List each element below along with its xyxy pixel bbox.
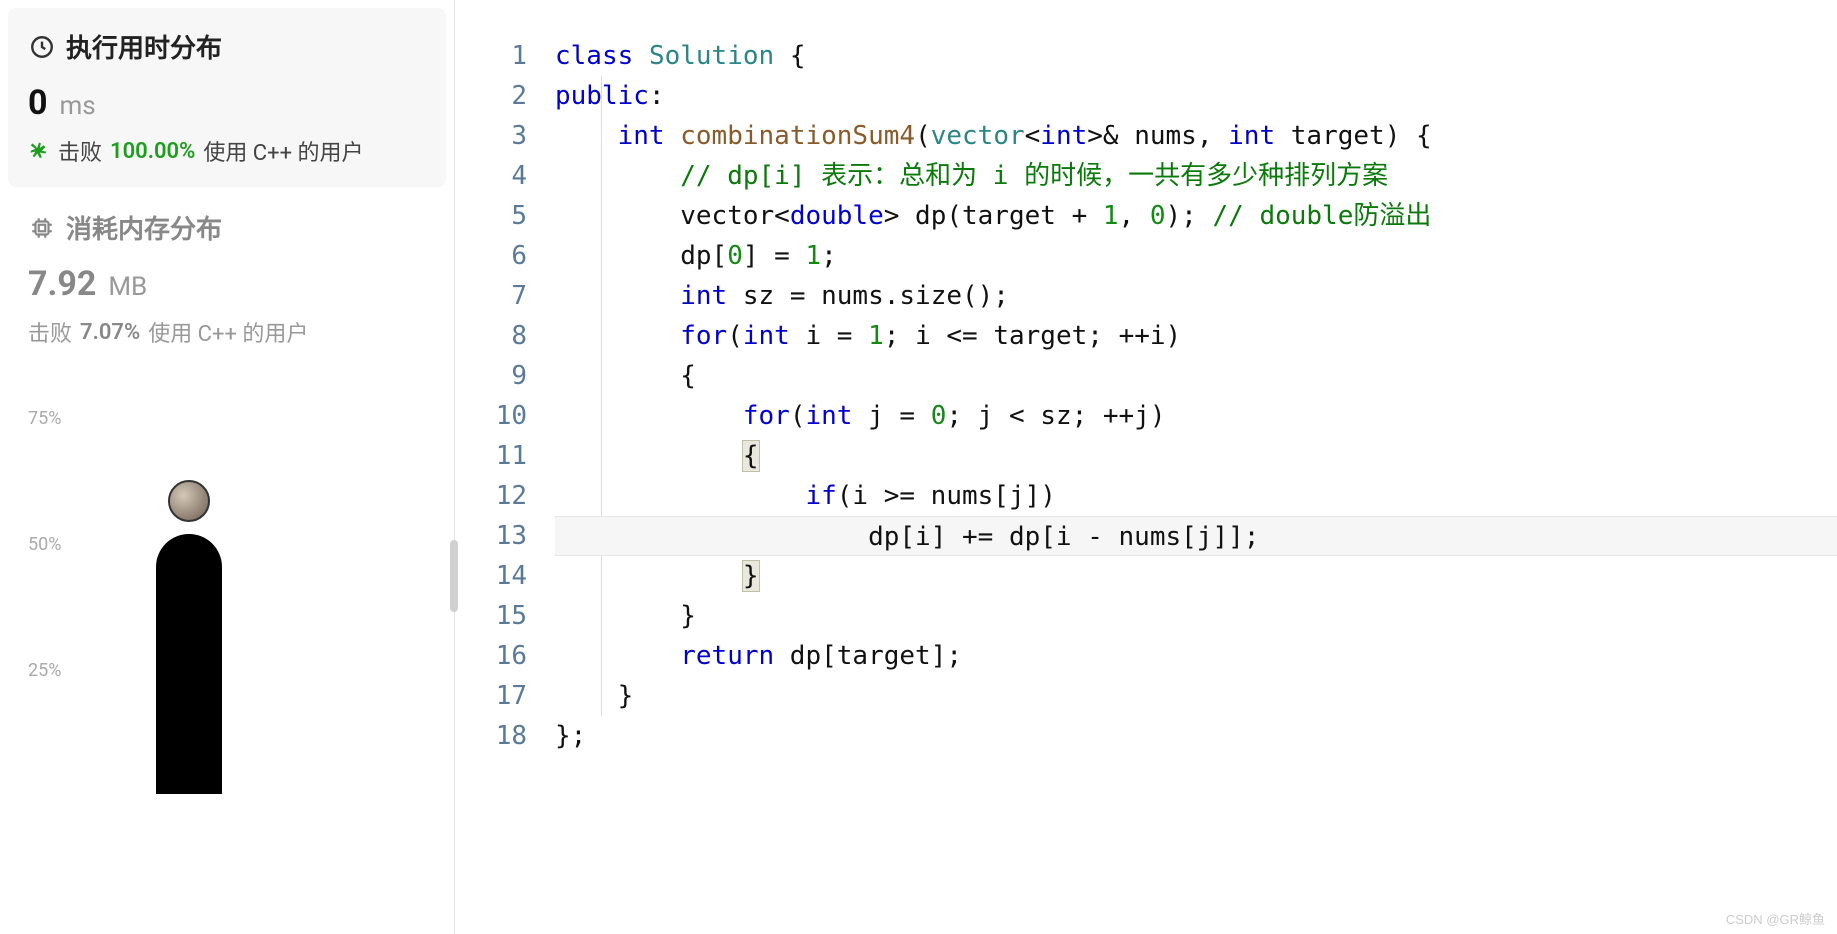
code-line: for(int j = 0; j < sz; ++j) (555, 396, 1837, 436)
ln: 3 (455, 116, 527, 156)
ln: 12 (455, 476, 527, 516)
ln: 5 (455, 196, 527, 236)
code-line: } (555, 596, 1837, 636)
runtime-value-row: 0 ms (28, 83, 426, 123)
y-tick-50: 50% (28, 534, 61, 555)
beat-label: 击败 (58, 135, 102, 167)
code-line: int combinationSum4(vector<int>& nums, i… (555, 116, 1837, 156)
code-body[interactable]: class Solution { public: int combination… (555, 36, 1837, 934)
ln: 2 (455, 76, 527, 116)
memory-unit: MB (108, 272, 147, 302)
avatar[interactable] (168, 480, 210, 522)
code-line: }; (555, 716, 1837, 756)
ln: 4 (455, 156, 527, 196)
memory-title: 消耗内存分布 (66, 209, 222, 246)
code-line: } (555, 676, 1837, 716)
chip-icon (28, 214, 56, 242)
using-label-2: 使用 C++ 的用户 (148, 316, 308, 348)
y-tick-25: 25% (28, 660, 61, 681)
code-editor[interactable]: 1 2 3 4 5 6 7 8 9 10 11 12 13 14 15 16 1… (455, 0, 1837, 934)
watermark: CSDN @GR鲸鱼 (1726, 909, 1825, 928)
code-line-active: dp[i] += dp[i - nums[j]]; (555, 516, 1837, 556)
runtime-percent: 100.00% (110, 139, 195, 164)
ln: 7 (455, 276, 527, 316)
ln: 8 (455, 316, 527, 356)
ln: 14 (455, 556, 527, 596)
runtime-title-row: 执行用时分布 (28, 28, 426, 65)
code-line: class Solution { (555, 36, 1837, 76)
code-line: int sz = nums.size(); (555, 276, 1837, 316)
memory-percent: 7.07% (80, 320, 140, 345)
memory-beat-row: 击败 7.07% 使用 C++ 的用户 (28, 316, 426, 348)
line-gutter: 1 2 3 4 5 6 7 8 9 10 11 12 13 14 15 16 1… (455, 36, 555, 934)
code-line: dp[0] = 1; (555, 236, 1837, 276)
clap-icon (28, 137, 50, 165)
ln: 18 (455, 716, 527, 756)
code-line: return dp[target]; (555, 636, 1837, 676)
runtime-unit: ms (59, 91, 95, 121)
ln: 13 (455, 516, 527, 556)
code-line: public: (555, 76, 1837, 116)
ln: 11 (455, 436, 527, 476)
clock-icon (28, 33, 56, 61)
ln: 6 (455, 236, 527, 276)
code-line: for(int i = 1; i <= target; ++i) (555, 316, 1837, 356)
stats-sidebar: 执行用时分布 0 ms 击败 100.00% 使用 C++ 的用户 消耗内存分布… (0, 0, 455, 934)
y-tick-75: 75% (28, 408, 61, 429)
code-line: if(i >= nums[j]) (555, 476, 1837, 516)
using-label: 使用 C++ 的用户 (203, 135, 363, 167)
code-line: } (555, 556, 1837, 596)
ln: 10 (455, 396, 527, 436)
memory-value: 7.92 (28, 264, 96, 304)
code-line: // dp[i] 表示：总和为 i 的时候，一共有多少种排列方案 (555, 156, 1837, 196)
ln: 17 (455, 676, 527, 716)
ln: 1 (455, 36, 527, 76)
ln: 15 (455, 596, 527, 636)
code-line: vector<double> dp(target + 1, 0); // dou… (555, 196, 1837, 236)
runtime-title: 执行用时分布 (66, 28, 222, 65)
chart-bar[interactable] (156, 534, 222, 794)
ln: 16 (455, 636, 527, 676)
runtime-beat-row: 击败 100.00% 使用 C++ 的用户 (28, 135, 426, 167)
distribution-chart[interactable]: 75% 50% 25% (28, 408, 426, 698)
code-line: { (555, 356, 1837, 396)
runtime-value: 0 (28, 83, 48, 123)
memory-block: 消耗内存分布 7.92 MB 击败 7.07% 使用 C++ 的用户 (28, 197, 426, 360)
runtime-block: 执行用时分布 0 ms 击败 100.00% 使用 C++ 的用户 (8, 8, 446, 187)
ln: 9 (455, 356, 527, 396)
memory-title-row: 消耗内存分布 (28, 209, 426, 246)
beat-label-2: 击败 (28, 316, 72, 348)
code-line: { (555, 436, 1837, 476)
memory-value-row: 7.92 MB (28, 264, 426, 304)
